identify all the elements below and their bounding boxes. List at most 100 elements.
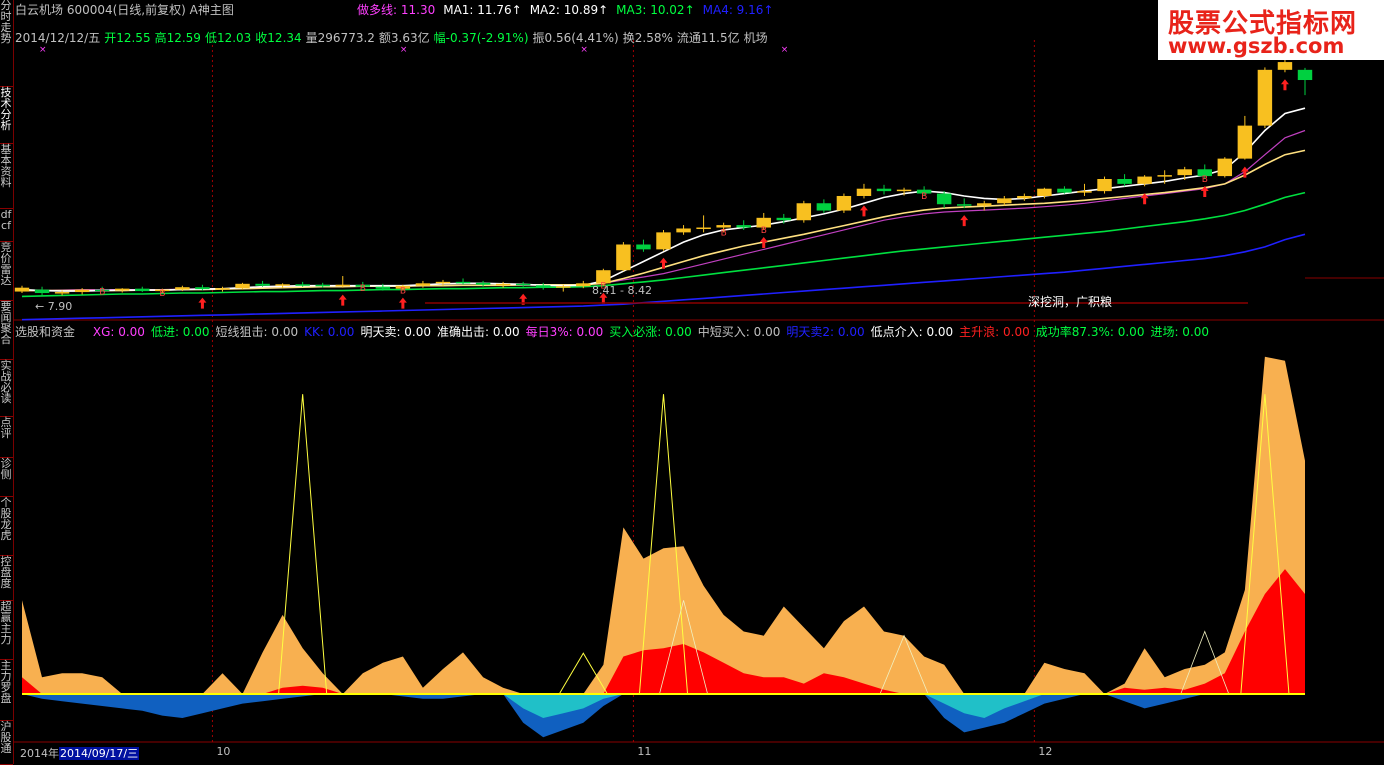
candle-body — [977, 203, 992, 206]
ma-line-ma2 — [22, 149, 1306, 292]
candle-body — [475, 282, 491, 285]
candle-body — [1157, 175, 1172, 177]
candle-body — [1217, 158, 1233, 177]
chart-canvas: B B B B BB BBB× × × ×← 7.908.41 - 8.42深挖洞，广积粮10 1… — [14, 40, 1384, 758]
year-label: 2014年 — [20, 747, 59, 760]
ma-legend-item: MA3: 10.02↑ — [616, 3, 695, 17]
signal-up-arrow — [1280, 79, 1289, 91]
indicator-area-blue — [22, 694, 1305, 738]
candle-body — [576, 283, 591, 287]
candle-body — [636, 244, 651, 250]
ma-legend-item: MA4: 9.16↑ — [702, 3, 774, 17]
quote-item: 额3.63亿 — [378, 31, 430, 45]
indicator-item: 准确出击: 0.00 — [437, 325, 520, 339]
indicator-header: 选股和资金 XG: 0.00 低进: 0.00 短线狙击: 0.00 KK: 0.00… — [15, 323, 1215, 340]
quote-item: 量296773.2 — [305, 31, 375, 45]
top-x-marker: × — [580, 45, 588, 55]
signal-up-arrow — [398, 297, 407, 309]
candle-body — [936, 193, 952, 205]
cursor-date: 2014/09/17/三 — [59, 747, 140, 760]
candle-body — [796, 203, 812, 221]
candle-body — [335, 284, 350, 287]
quote-item: 低12.03 — [204, 31, 252, 45]
signal-up-arrow — [960, 215, 969, 227]
indicator-item: 进场: 0.00 — [1150, 325, 1210, 339]
price-low-label: ← 7.90 — [35, 300, 72, 313]
candle-body — [1257, 69, 1273, 126]
candle-body — [1017, 195, 1032, 199]
quote-item: 高12.59 — [154, 31, 201, 45]
month-label: 11 — [637, 745, 651, 758]
indicator-title: 选股和资金 — [15, 325, 76, 339]
candle-body — [1137, 176, 1152, 184]
candle-body — [54, 292, 70, 294]
signal-b-marker: B — [400, 287, 406, 297]
candle-body — [215, 288, 230, 290]
top-x-marker: × — [400, 45, 408, 55]
candle-body — [135, 288, 150, 292]
header-bar: 白云机场 600004(日线,前复权) A神主图 做多线: 11.30 MA1: … — [15, 1, 773, 18]
date-cursor: 2014年2014/09/17/三 — [20, 745, 140, 761]
watermark-logo: 股票公式指标网 www.gszb.com — [1158, 0, 1384, 60]
ma-legend-item: 做多线: 11.30 — [357, 3, 436, 17]
indicator-item: XG: 0.00 — [92, 325, 145, 339]
indicator-item: 低进: 0.00 — [150, 325, 210, 339]
signal-b-marker: B — [159, 289, 165, 299]
quote-item: 机场 — [743, 31, 768, 45]
candle-body — [74, 289, 90, 293]
quote-item: 流通11.5亿 — [676, 31, 740, 45]
candle-body — [455, 281, 471, 284]
quote-bar: 2014/12/12/五 开12.55 高12.59 低12.03 收12.34 量296… — [15, 29, 772, 46]
candle-body — [956, 204, 972, 206]
candle-body — [856, 188, 872, 196]
quote-item: 换2.58% — [622, 31, 673, 45]
candle-body — [1057, 188, 1072, 193]
quote-item: 收12.34 — [255, 31, 302, 45]
ma-legend-item: MA2: 10.89↑ — [529, 3, 609, 17]
candle-body — [1277, 62, 1293, 70]
indicator-item: 中短买入: 0.00 — [697, 325, 781, 339]
candle-body — [676, 228, 691, 233]
quote-item: 幅-0.37(-2.91%) — [433, 31, 529, 45]
ma-legend: 做多线: 11.30 MA1: 11.76↑ MA2: 10.89↑ MA3: 10.… — [357, 1, 781, 18]
candle-body — [876, 188, 892, 192]
candle-body — [556, 286, 571, 288]
indicator-values: XG: 0.00 低进: 0.00 短线狙击: 0.00 KK: 0.00 明天卖: 0… — [93, 325, 1215, 339]
indicator-item: 每日3%: 0.00 — [525, 325, 604, 339]
indicator-item: 买入必涨: 0.00 — [609, 325, 692, 339]
candle-body — [14, 287, 30, 292]
indicator-area-orange — [22, 356, 1305, 694]
candle-body — [34, 289, 50, 294]
candle-body — [536, 285, 551, 288]
note-label: 深挖洞，广积粮 — [1028, 294, 1112, 309]
signal-up-arrow — [338, 294, 347, 306]
candle-body — [776, 217, 791, 221]
candle-body — [1077, 191, 1092, 193]
indicator-item: 主升浪: 0.00 — [959, 325, 1030, 339]
quote-item: 2014/12/12/五 — [15, 31, 101, 45]
candle-body — [656, 232, 671, 250]
candle-body — [275, 284, 290, 286]
candle-body — [255, 283, 270, 286]
range-label: 8.41 - 8.42 — [592, 284, 652, 297]
candle-body — [616, 244, 631, 271]
quote-item: 振0.56(4.41%) — [532, 31, 619, 45]
candle-body — [736, 225, 751, 228]
logo-url: www.gszb.com — [1168, 34, 1345, 58]
signal-b-marker: B — [921, 192, 927, 202]
candle-body — [1037, 188, 1052, 196]
signal-up-arrow — [859, 205, 868, 217]
signal-b-marker: B — [1202, 175, 1208, 185]
candle-body — [195, 287, 210, 290]
candle-body — [696, 227, 711, 230]
candle-body — [1177, 169, 1192, 176]
candle-body — [295, 284, 310, 286]
candle-body — [1237, 125, 1253, 159]
top-x-marker: × — [781, 45, 789, 55]
candle-body — [816, 203, 832, 211]
signal-b-marker: B — [360, 284, 366, 294]
candle-body — [375, 286, 391, 289]
indicator-item: 明天卖2: 0.00 — [786, 325, 865, 339]
candle-body — [415, 283, 431, 286]
candle-body — [896, 189, 912, 192]
